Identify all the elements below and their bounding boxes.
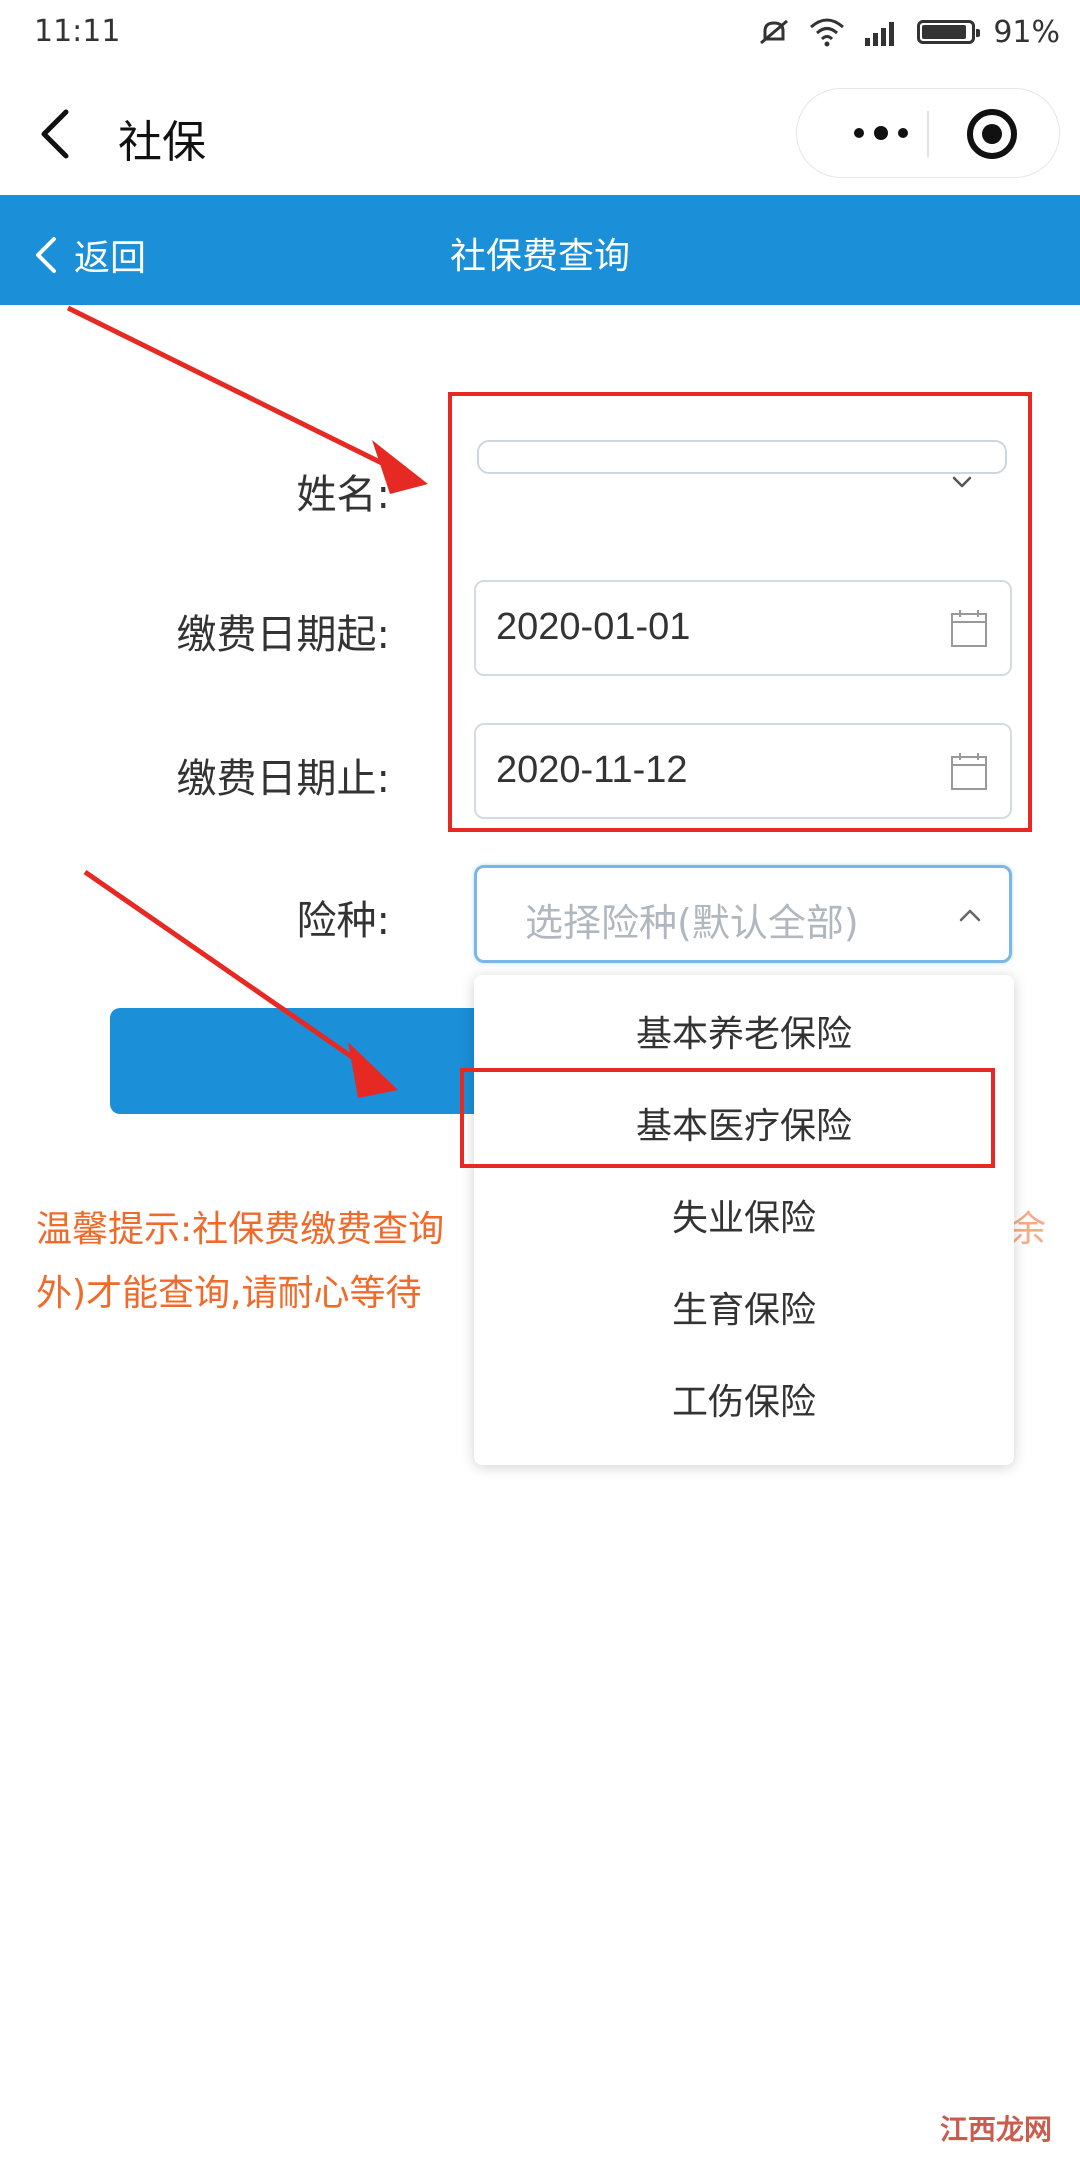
mini-program-capsule — [796, 88, 1060, 178]
tip-line-1: 温馨提示:社保费缴费查询 — [36, 1209, 445, 1250]
signal-icon — [865, 22, 895, 46]
calendar-icon[interactable] — [950, 751, 988, 791]
battery-icon — [917, 20, 981, 44]
tip-line-2: 外)才能查询,请耐心等待 — [36, 1273, 422, 1314]
dropdown-option[interactable]: 基本养老保险 — [474, 991, 1014, 1079]
start-date-input[interactable]: 2020-01-01 — [474, 580, 1012, 676]
battery-percent: 91% — [993, 14, 1060, 50]
dropdown-option[interactable]: 工伤保险 — [474, 1359, 1014, 1447]
insurance-type-label: 险种: — [296, 898, 390, 944]
nav-bar: 社保费查询 返回 — [0, 195, 1080, 305]
mute-icon — [760, 19, 789, 45]
name-label: 姓名: — [296, 472, 390, 518]
tip-fragment: 余 — [1010, 1209, 1047, 1250]
app-header: 社保 — [0, 70, 1080, 195]
close-target-icon[interactable] — [967, 109, 1017, 159]
watermark: 江西龙网 — [940, 2113, 1053, 2146]
calendar-icon[interactable] — [950, 608, 988, 648]
dropdown-option[interactable]: 失业保险 — [474, 1175, 1014, 1263]
wifi-icon — [810, 18, 845, 47]
insurance-type-dropdown: 基本养老保险 基本医疗保险 失业保险 生育保险 工伤保险 — [474, 975, 1014, 1465]
name-select[interactable] — [477, 440, 1007, 474]
query-button[interactable] — [110, 1008, 530, 1114]
insurance-type-select[interactable]: 选择险种(默认全部) — [474, 865, 1012, 963]
more-icon[interactable] — [831, 89, 931, 177]
page-title: 社保费查询 — [449, 236, 630, 277]
start-date-value: 2020-01-01 — [496, 606, 691, 648]
dropdown-option[interactable]: 基本医疗保险 — [474, 1083, 1014, 1171]
status-time: 11:11 — [34, 14, 121, 49]
end-date-input[interactable]: 2020-11-12 — [474, 723, 1012, 819]
dropdown-option[interactable]: 生育保险 — [474, 1267, 1014, 1355]
capsule-divider — [927, 111, 929, 157]
insurance-type-placeholder: 选择险种(默认全部) — [525, 901, 859, 945]
end-date-value: 2020-11-12 — [496, 749, 688, 791]
chevron-down-icon[interactable] — [950, 470, 974, 494]
back-arrow-icon[interactable] — [36, 108, 76, 160]
chevron-left-icon — [36, 237, 56, 273]
nav-back-label: 返回 — [74, 238, 147, 279]
app-title: 社保 — [118, 117, 206, 168]
start-date-label: 缴费日期起: — [176, 612, 390, 658]
chevron-up-icon[interactable] — [957, 902, 983, 928]
status-icons: 91% — [757, 12, 1060, 52]
nav-back-button[interactable]: 返回 — [34, 229, 146, 281]
end-date-label: 缴费日期止: — [176, 756, 390, 802]
